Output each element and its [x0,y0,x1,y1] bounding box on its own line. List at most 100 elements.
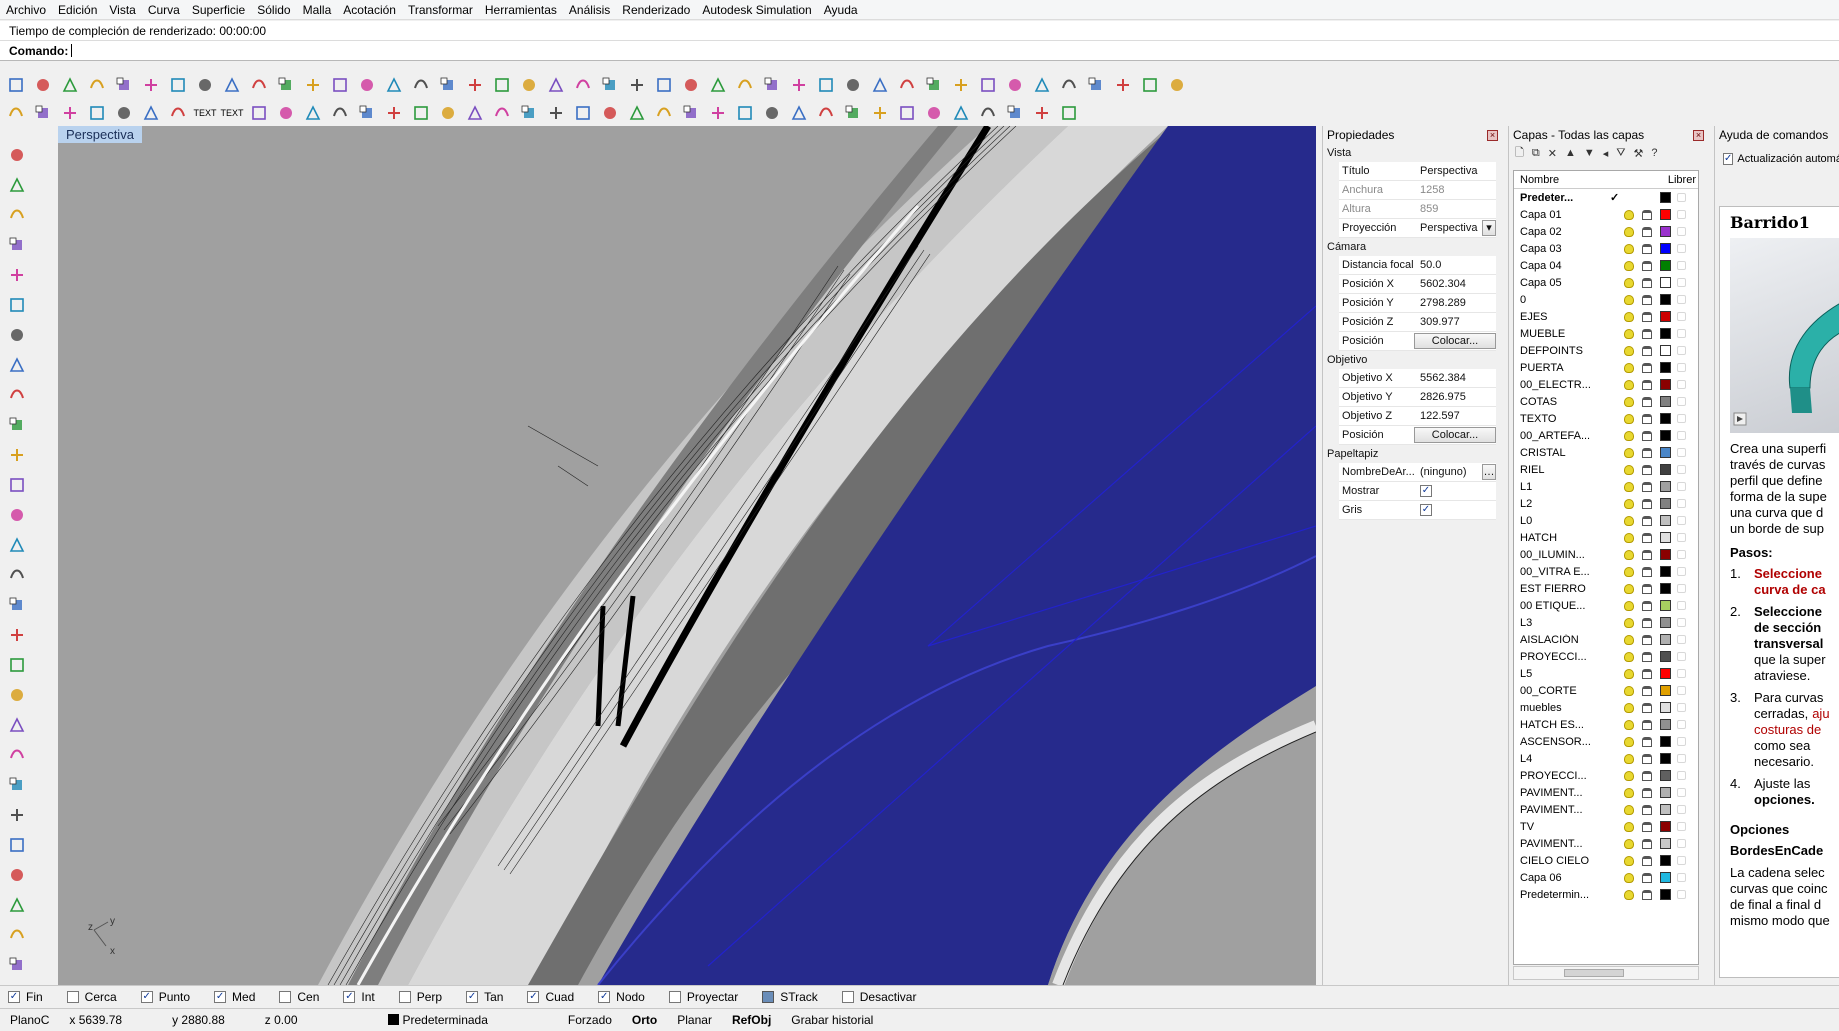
prop-value[interactable]: 2798.289 [1417,297,1496,309]
standard-tool-5-icon[interactable] [139,73,163,97]
layer-color-swatch[interactable] [1660,430,1671,441]
left-tool-16-icon[interactable] [5,623,29,647]
layer-row[interactable]: muebles [1514,699,1698,716]
layer-row[interactable]: HATCH ES... [1514,716,1698,733]
layer-row[interactable]: L3 [1514,614,1698,631]
layer-visible-bulb-icon[interactable] [1624,889,1634,900]
layer-row[interactable]: COTAS [1514,393,1698,410]
osnap-3[interactable]: ✓ Med [214,990,255,1004]
layer-color-swatch[interactable] [1660,889,1671,900]
layer-lock-icon[interactable] [1642,209,1652,220]
left-tool-14-icon[interactable] [5,563,29,587]
osnap-checkbox[interactable] [279,990,292,1003]
left-tool-19-icon[interactable] [5,713,29,737]
tools-icon[interactable]: ⚒ [1634,147,1644,160]
standard-tool-34-icon[interactable] [922,73,946,97]
layer-row[interactable]: L4 [1514,750,1698,767]
layer-visible-bulb-icon[interactable] [1624,277,1634,288]
standard-tool-10-icon[interactable] [274,73,298,97]
layer-color-swatch[interactable] [1660,498,1671,509]
standard-tool-32-icon[interactable] [868,73,892,97]
standard-tool-18-icon[interactable] [490,73,514,97]
layer-lock-icon[interactable] [1642,277,1652,288]
secondary-tool-31-icon[interactable] [841,101,865,125]
command-caret[interactable] [71,44,73,57]
layer-visible-bulb-icon[interactable] [1624,804,1634,815]
menu-item-9[interactable]: Herramientas [479,0,563,20]
layer-row[interactable]: 00_ILUMIN... [1514,546,1698,563]
secondary-tool-30-icon[interactable] [814,101,838,125]
layer-visible-bulb-icon[interactable] [1624,685,1634,696]
layer-color-swatch[interactable] [1660,821,1671,832]
layer-color-swatch[interactable] [1660,294,1671,305]
layer-row[interactable]: 00_ARTEFA... [1514,427,1698,444]
standard-tool-9-icon[interactable] [247,73,271,97]
status-history[interactable]: Grabar historial [781,1013,883,1027]
layer-row[interactable]: PROYECCI... [1514,767,1698,784]
left-tool-23-icon[interactable] [5,833,29,857]
prop-value[interactable]: 122.597 [1417,410,1496,422]
new-layer-icon[interactable]: 🗋 [1515,144,1524,163]
layer-color-swatch[interactable] [1660,515,1671,526]
standard-tool-15-icon[interactable] [409,73,433,97]
left-tool-0-icon[interactable] [5,143,29,167]
osnap-checkbox[interactable] [841,990,854,1003]
layer-lock-icon[interactable] [1642,821,1652,832]
standard-tool-1-icon[interactable] [31,73,55,97]
layer-row[interactable]: Capa 05 [1514,274,1698,291]
layer-row[interactable]: PROYECCI... [1514,648,1698,665]
osnap-checkbox[interactable]: ✓ [466,990,479,1003]
osnap-checkbox[interactable]: ✓ [140,990,153,1003]
standard-tool-26-icon[interactable] [706,73,730,97]
standard-tool-39-icon[interactable] [1057,73,1081,97]
standard-tool-38-icon[interactable] [1030,73,1054,97]
camera-place-button[interactable]: Colocar... [1414,333,1496,349]
standard-tool-31-icon[interactable] [841,73,865,97]
layer-visible-bulb-icon[interactable] [1624,294,1634,305]
layer-color-swatch[interactable] [1660,600,1671,611]
move-up-icon[interactable]: ▲ [1565,147,1576,159]
layer-lock-icon[interactable] [1642,498,1652,509]
secondary-tool-9-icon[interactable] [247,101,271,125]
standard-tool-20-icon[interactable] [544,73,568,97]
secondary-tool-33-icon[interactable] [895,101,919,125]
standard-tool-24-icon[interactable] [652,73,676,97]
prop-value[interactable]: 5602.304 [1417,278,1496,290]
layer-lock-icon[interactable] [1642,532,1652,543]
left-tool-2-icon[interactable] [5,203,29,227]
layer-color-swatch[interactable] [1660,668,1671,679]
secondary-tool-36-icon[interactable] [976,101,1000,125]
osnap-7[interactable]: ✓ Tan [466,990,503,1004]
layer-lock-icon[interactable] [1642,583,1652,594]
secondary-tool-1-icon[interactable] [31,101,55,125]
status-ortho[interactable]: Orto [622,1013,667,1027]
layer-lock-icon[interactable] [1642,770,1652,781]
standard-tool-17-icon[interactable] [463,73,487,97]
text-tool-1-icon[interactable]: TEXT [193,101,217,125]
target-place-button[interactable]: Colocar... [1414,427,1496,443]
osnap-checkbox[interactable] [398,990,411,1003]
layer-color-swatch[interactable] [1660,787,1671,798]
osnap-10[interactable]: Proyectar [668,990,738,1004]
wallpaper-browse-button[interactable]: … [1482,464,1496,480]
standard-tool-43-icon[interactable] [1165,73,1189,97]
secondary-tool-17-icon[interactable] [463,101,487,125]
standard-tool-8-icon[interactable] [220,73,244,97]
layer-visible-bulb-icon[interactable] [1624,736,1634,747]
layer-visible-bulb-icon[interactable] [1624,413,1634,424]
layer-lock-icon[interactable] [1642,685,1652,696]
menu-item-8[interactable]: Transformar [402,0,479,20]
layer-visible-bulb-icon[interactable] [1624,668,1634,679]
menu-item-7[interactable]: Acotación [337,0,402,20]
left-tool-5-icon[interactable] [5,293,29,317]
standard-tool-7-icon[interactable] [193,73,217,97]
left-tool-4-icon[interactable] [5,263,29,287]
layer-row[interactable]: MUEBLE [1514,325,1698,342]
status-planar[interactable]: Planar [667,1013,722,1027]
menu-item-0[interactable]: Archivo [0,0,52,20]
layer-lock-icon[interactable] [1642,889,1652,900]
secondary-tool-26-icon[interactable] [706,101,730,125]
standard-tool-33-icon[interactable] [895,73,919,97]
layer-row[interactable]: DEFPOINTS [1514,342,1698,359]
secondary-tool-37-icon[interactable] [1003,101,1027,125]
